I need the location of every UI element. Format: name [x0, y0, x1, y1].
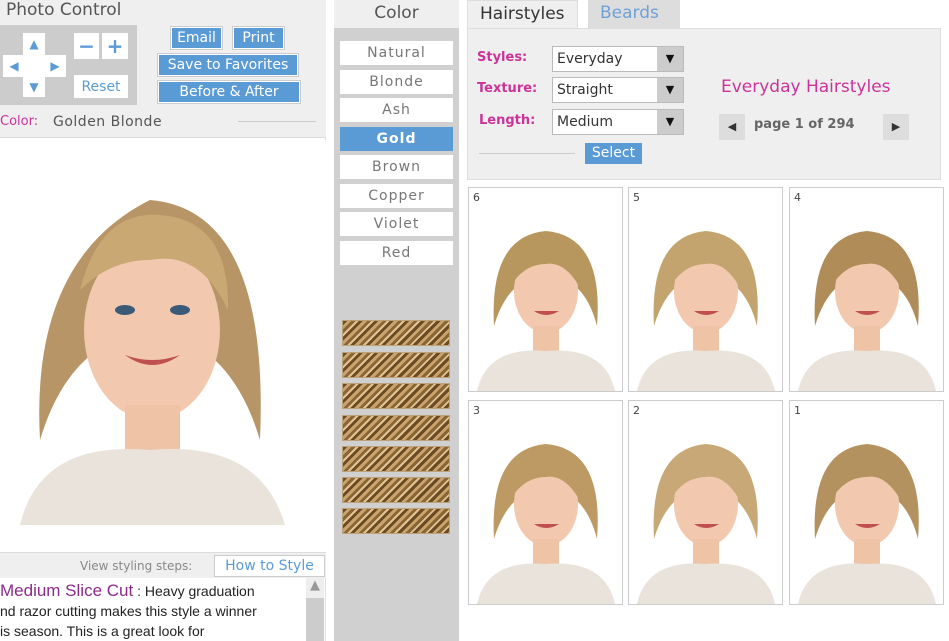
- length-value: Medium: [557, 114, 613, 130]
- next-page-button[interactable]: ▶: [883, 114, 909, 140]
- direction-pad: ▲ ◀ ▶ ▼ − + Reset: [0, 25, 137, 105]
- hairstyle-thumbnail[interactable]: 1: [789, 400, 944, 605]
- color-copper[interactable]: Copper: [340, 184, 453, 208]
- texture-label: Texture:: [477, 81, 538, 96]
- styling-steps-bar: View styling steps: How to Style: [0, 552, 326, 578]
- photo-control-title: Photo Control: [6, 0, 122, 20]
- print-button[interactable]: Print: [232, 26, 285, 50]
- hair-swatch[interactable]: [342, 508, 450, 534]
- styles-value: Everyday: [557, 51, 623, 67]
- reset-button[interactable]: Reset: [74, 75, 128, 98]
- hair-swatch[interactable]: [342, 320, 450, 346]
- hairstyle-image: [477, 444, 615, 604]
- hairstyle-image: [637, 444, 775, 604]
- move-left-button[interactable]: ◀: [3, 55, 25, 77]
- email-button[interactable]: Email: [170, 26, 223, 50]
- hair-swatch[interactable]: [342, 415, 450, 441]
- divider: [479, 153, 575, 154]
- texture-select[interactable]: Straight ▼: [552, 77, 684, 103]
- hairstyle-thumbnail[interactable]: 3: [468, 400, 623, 605]
- length-select[interactable]: Medium ▼: [552, 109, 684, 135]
- color-red[interactable]: Red: [340, 241, 453, 265]
- hairstyle-image: [798, 444, 936, 604]
- scroll-up-arrow-icon[interactable]: ▲: [306, 578, 324, 598]
- color-blonde[interactable]: Blonde: [340, 70, 453, 94]
- move-right-button[interactable]: ▶: [44, 55, 66, 77]
- prev-page-button[interactable]: ◀: [719, 114, 745, 140]
- description-line: nd razor cutting makes this style a winn…: [0, 603, 257, 619]
- color-violet[interactable]: Violet: [340, 212, 453, 236]
- hairstyle-thumbnail[interactable]: 6: [468, 187, 623, 392]
- separator: :: [133, 583, 145, 599]
- zoom-out-button[interactable]: −: [74, 33, 99, 59]
- thumbnail-number: 6: [473, 191, 480, 204]
- hair-swatch[interactable]: [342, 352, 450, 378]
- style-name: Medium Slice Cut: [0, 581, 134, 600]
- hair-swatch[interactable]: [342, 446, 450, 472]
- thumbnail-number: 3: [473, 404, 480, 417]
- color-ash[interactable]: Ash: [340, 98, 453, 122]
- hairstyle-thumbnail[interactable]: 4: [789, 187, 944, 392]
- filter-panel: Styles: Everyday ▼ Texture: Straight ▼ Len…: [467, 28, 941, 180]
- how-to-style-link[interactable]: How to Style: [214, 555, 325, 577]
- color-gold[interactable]: Gold: [340, 127, 453, 151]
- thumbnail-number: 1: [794, 404, 801, 417]
- hair-swatch[interactable]: [342, 477, 450, 503]
- styling-steps-label: View styling steps:: [80, 559, 193, 573]
- photo-control: Photo Control ▲ ◀ ▶ ▼ − + Reset Email Pr…: [0, 0, 326, 138]
- styles-select[interactable]: Everyday ▼: [552, 46, 684, 72]
- dropdown-arrow-icon[interactable]: ▼: [657, 110, 683, 134]
- style-description: Medium Slice Cut : Heavy graduation nd r…: [0, 578, 306, 641]
- hairstyle-thumbnail[interactable]: 2: [628, 400, 783, 605]
- tab-hairstyles[interactable]: Hairstyles: [467, 0, 578, 28]
- length-label: Length:: [479, 113, 536, 128]
- results-heading: Everyday Hairstyles: [721, 77, 891, 97]
- model-photo: [0, 140, 326, 552]
- color-brown[interactable]: Brown: [340, 155, 453, 179]
- zoom-in-button[interactable]: +: [102, 33, 128, 59]
- hairstyle-image: [477, 231, 615, 391]
- thumbnail-number: 2: [633, 404, 640, 417]
- styles-label: Styles:: [477, 50, 528, 65]
- texture-value: Straight: [557, 82, 613, 98]
- save-favorites-button[interactable]: Save to Favorites: [157, 53, 299, 77]
- color-natural[interactable]: Natural: [340, 41, 453, 65]
- color-header: Color: [334, 0, 459, 28]
- move-up-button[interactable]: ▲: [23, 33, 45, 55]
- divider: [238, 121, 316, 122]
- hair-swatch[interactable]: [342, 383, 450, 409]
- hairstyle-image: [637, 231, 775, 391]
- select-button[interactable]: Select: [585, 143, 642, 164]
- hairstyle-thumbnail[interactable]: 5: [628, 187, 783, 392]
- hairstyle-image: [798, 231, 936, 391]
- tab-beards[interactable]: Beards: [588, 0, 680, 28]
- left-panel: Photo Control ▲ ◀ ▶ ▼ − + Reset Email Pr…: [0, 0, 326, 641]
- before-after-button[interactable]: Before & After: [157, 80, 301, 104]
- color-label: Color:: [0, 114, 39, 129]
- description-line: is season. This is a great look for: [0, 623, 205, 639]
- dropdown-arrow-icon[interactable]: ▼: [657, 47, 683, 71]
- dropdown-arrow-icon[interactable]: ▼: [657, 78, 683, 102]
- pad-center: [25, 53, 45, 79]
- thumbnail-number: 4: [794, 191, 801, 204]
- description-scrollbar[interactable]: ▲: [306, 578, 324, 641]
- move-down-button[interactable]: ▼: [23, 77, 45, 97]
- page-indicator: page 1 of 294: [754, 117, 855, 132]
- color-panel: Color Natural Blonde Ash Gold Brown Copp…: [334, 0, 459, 641]
- description-line: Heavy graduation: [144, 583, 255, 599]
- color-value: Golden Blonde: [53, 114, 163, 130]
- thumbnail-number: 5: [633, 191, 640, 204]
